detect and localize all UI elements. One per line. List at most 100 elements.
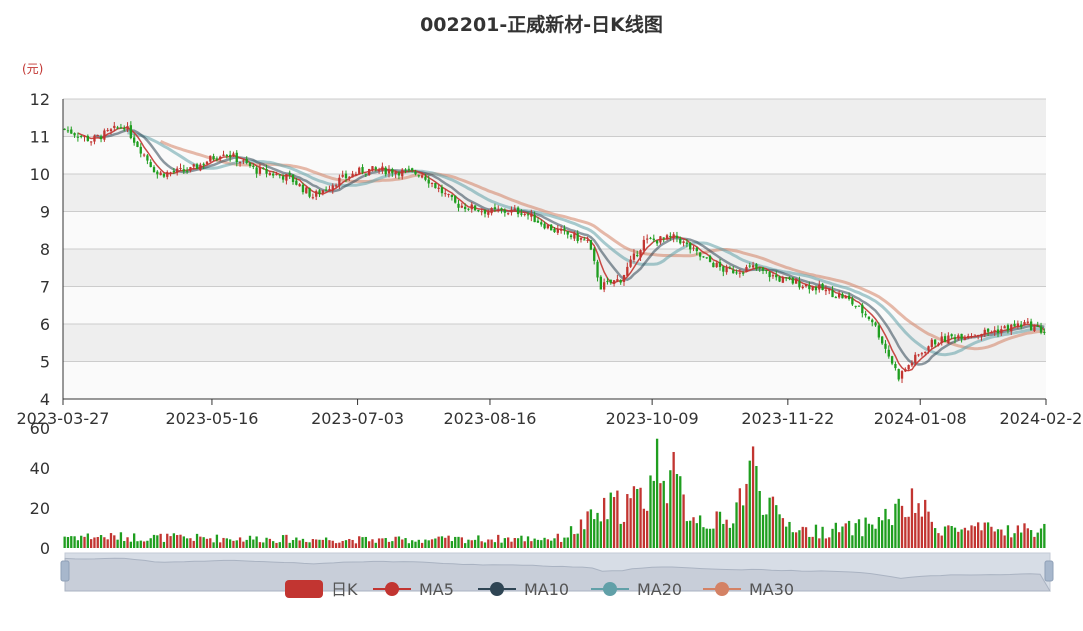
volume-bar <box>864 517 867 548</box>
candle-body <box>606 281 609 283</box>
volume-bar <box>427 540 430 548</box>
candle-body <box>285 173 288 181</box>
candle-body <box>976 335 980 337</box>
volume-bar <box>924 499 927 548</box>
volume-bar <box>238 537 242 548</box>
candle-body <box>156 171 159 175</box>
candle-body <box>722 266 725 272</box>
volume-bar <box>414 541 417 548</box>
volume-bar <box>765 514 768 548</box>
candle-body <box>490 208 493 214</box>
legend-marker <box>385 582 399 596</box>
volume-bar <box>490 539 493 548</box>
candle-body <box>162 173 166 177</box>
candle-body <box>99 136 103 140</box>
volume-bar <box>1023 523 1026 548</box>
volume-bar <box>550 540 553 548</box>
candle-body <box>185 170 189 172</box>
volume-bar <box>248 535 252 548</box>
volume-bar <box>86 533 89 548</box>
candle-body <box>646 238 649 240</box>
candle-body <box>953 337 957 340</box>
volume-bar <box>417 539 420 548</box>
volume-bar <box>142 541 146 548</box>
candle-body <box>738 272 742 274</box>
volume-bar <box>619 523 622 548</box>
volume-bar <box>970 525 973 548</box>
candle-body <box>487 212 490 215</box>
candle-body <box>652 238 655 241</box>
volume-bar <box>83 536 86 548</box>
legend-item[interactable]: 日K <box>285 580 358 599</box>
candle-body <box>993 330 996 333</box>
volume-bar <box>861 536 864 548</box>
volume-bar <box>169 536 172 548</box>
volume-bar <box>540 540 543 548</box>
volume-bar <box>781 518 785 548</box>
candle-body <box>354 174 358 176</box>
candle-body <box>63 128 66 130</box>
candle-body <box>705 257 708 259</box>
volume-bar <box>228 539 232 548</box>
candle-body <box>907 365 910 370</box>
candle-body <box>242 160 245 162</box>
volume-bar <box>655 438 659 548</box>
volume-bar <box>1029 530 1033 548</box>
candle-body <box>219 156 222 160</box>
volume-bar <box>473 539 477 548</box>
candle-body <box>778 276 781 282</box>
candle-body <box>93 135 96 142</box>
volume-bar <box>407 543 411 548</box>
candle-body <box>569 235 573 238</box>
candle-body <box>377 170 381 172</box>
volume-bar <box>212 542 215 548</box>
volume-bar <box>715 511 718 548</box>
volume-bar <box>176 535 179 548</box>
volume-bar <box>1039 528 1043 548</box>
volume-bar <box>920 516 924 548</box>
volume-bar <box>493 542 497 548</box>
volume-bar <box>818 538 821 548</box>
volume-bar <box>569 526 573 548</box>
candle-body <box>970 335 973 338</box>
volume-bar <box>530 541 533 548</box>
volume-bar <box>381 538 384 548</box>
candle-body <box>563 228 566 231</box>
x-tick-label: 2023-08-16 <box>443 409 536 428</box>
candle-body <box>930 339 933 347</box>
candle-body <box>662 237 665 239</box>
candle <box>434 182 437 189</box>
candle-body <box>367 168 371 176</box>
legend-marker <box>715 582 729 596</box>
candle-body <box>632 253 636 260</box>
candle-body <box>602 282 606 290</box>
candle-body <box>741 272 745 274</box>
candle-body <box>728 267 732 269</box>
zoom-handle-right[interactable] <box>1044 560 1054 582</box>
volume-bar <box>748 460 751 548</box>
candle-body <box>546 225 550 229</box>
volume-bar <box>808 536 811 548</box>
candle-body <box>503 209 507 213</box>
candle-body <box>454 195 457 203</box>
volume-bar <box>828 537 831 548</box>
zoom-handle-left[interactable] <box>60 560 70 582</box>
candle-body <box>268 172 272 176</box>
candle-body <box>1026 321 1029 323</box>
volume-bar <box>904 517 907 548</box>
candle-body <box>344 173 348 179</box>
candle-body <box>109 129 113 132</box>
volume-bar <box>804 527 808 548</box>
volume-bar <box>189 538 192 548</box>
candle-body <box>202 163 205 165</box>
candle-body <box>444 193 447 195</box>
volume-bar <box>268 538 272 548</box>
candle-body <box>556 229 559 233</box>
candle-body <box>622 274 626 282</box>
volume-bar <box>834 522 837 548</box>
candle-body <box>1010 324 1013 332</box>
volume-bar <box>334 543 338 548</box>
volume-bar <box>209 538 212 548</box>
candle-body <box>232 153 235 157</box>
volume-bar <box>695 523 698 548</box>
